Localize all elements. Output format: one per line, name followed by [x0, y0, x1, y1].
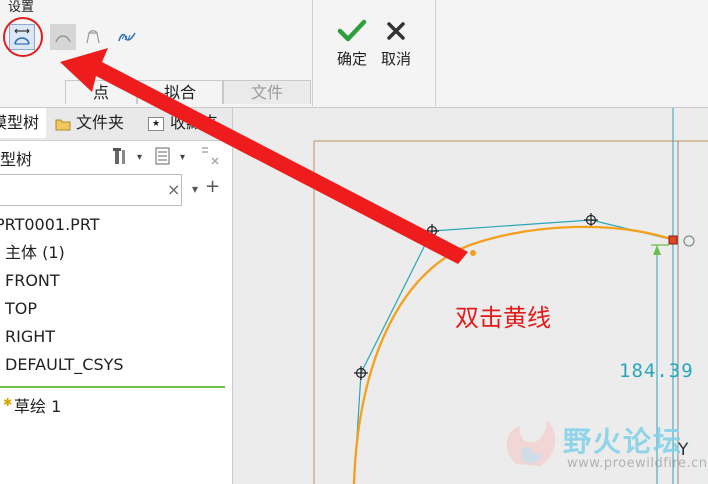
- annotation-arrow: [60, 48, 468, 264]
